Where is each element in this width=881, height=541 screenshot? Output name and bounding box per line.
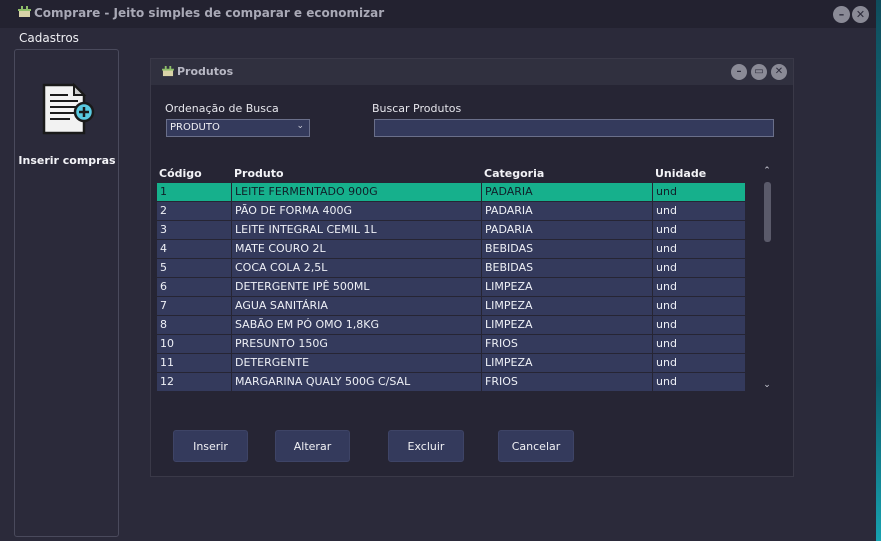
table-cell: 10 — [160, 337, 174, 350]
table-cell: 1 — [160, 185, 167, 198]
table-cell: und — [652, 202, 745, 220]
table-cell: COCA COLA 2,5L — [231, 259, 481, 277]
column-header-category[interactable]: Categoria — [484, 167, 544, 180]
table-cell: PÃO DE FORMA 400G — [231, 202, 481, 220]
table-row[interactable]: 11 DETERGENTE LIMPEZA und — [157, 354, 745, 373]
main-window: Comprare - Jeito simples de comparar e e… — [0, 0, 876, 541]
products-dialog: Produtos – ▭ ✕ Ordenação de Busca PRODUT… — [150, 58, 794, 477]
table-row[interactable]: 5 COCA COLA 2,5L BEBIDAS und — [157, 259, 745, 278]
table-cell: und — [652, 183, 745, 201]
products-table: Código Produto Categoria Unidade 1 LEITE … — [156, 164, 774, 392]
table-cell: 3 — [160, 223, 167, 236]
table-cell: AGUA SANITÁRIA — [231, 297, 481, 315]
table-cell: und — [652, 297, 745, 315]
insert-button[interactable]: Inserir — [173, 430, 248, 462]
table-cell: LIMPEZA — [481, 278, 652, 296]
table-cell: und — [652, 221, 745, 239]
table-row[interactable]: 3 LEITE INTEGRAL CEMIL 1L PADARIA und — [157, 221, 745, 240]
column-header-code[interactable]: Código — [159, 167, 202, 180]
document-add-icon[interactable] — [40, 79, 96, 139]
edit-button[interactable]: Alterar — [275, 430, 350, 462]
dialog-title: Produtos — [177, 65, 234, 78]
table-cell: SABÃO EM PÓ OMO 1,8KG — [231, 316, 481, 334]
table-row[interactable]: 1 LEITE FERMENTADO 900G PADARIA und — [157, 183, 745, 202]
table-cell: DETERGENTE IPÊ 500ML — [231, 278, 481, 296]
table-cell: 7 — [160, 299, 167, 312]
table-row[interactable]: 2 PÃO DE FORMA 400G PADARIA und — [157, 202, 745, 221]
table-cell: 4 — [160, 242, 167, 255]
dialog-title-bar: Produtos – ▭ ✕ — [151, 59, 793, 85]
table-row[interactable]: 7 AGUA SANITÁRIA LIMPEZA und — [157, 297, 745, 316]
table-row[interactable]: 8 SABÃO EM PÓ OMO 1,8KG LIMPEZA und — [157, 316, 745, 335]
table-cell: MARGARINA QUALY 500G C/SAL — [231, 373, 481, 391]
search-label: Buscar Produtos — [372, 102, 462, 115]
close-icon[interactable]: ✕ — [771, 64, 787, 80]
table-cell: und — [652, 335, 745, 353]
menu-bar: Cadastros — [0, 28, 876, 48]
table-cell: und — [652, 278, 745, 296]
table-row[interactable]: 10 PRESUNTO 150G FRIOS und — [157, 335, 745, 354]
table-cell: PADARIA — [481, 183, 652, 201]
table-header: Código Produto Categoria Unidade — [156, 164, 745, 183]
menu-item-cadastros[interactable]: Cadastros — [19, 31, 79, 45]
column-header-product[interactable]: Produto — [234, 167, 284, 180]
sort-select-value: PRODUTO — [170, 122, 220, 133]
minimize-icon[interactable]: – — [833, 6, 850, 23]
table-row[interactable]: 4 MATE COURO 2L BEBIDAS und — [157, 240, 745, 259]
title-bar: Comprare - Jeito simples de comparar e e… — [0, 0, 876, 28]
basket-icon — [162, 66, 174, 77]
table-row[interactable]: 12 MARGARINA QUALY 500G C/SAL FRIOS und — [157, 373, 745, 392]
table-cell: 6 — [160, 280, 167, 293]
cancel-button[interactable]: Cancelar — [498, 430, 574, 462]
table-cell: und — [652, 354, 745, 372]
chevron-up-icon[interactable]: ⌃ — [761, 164, 773, 178]
table-cell: BEBIDAS — [481, 240, 652, 258]
sort-select[interactable]: PRODUTO ⌄ — [166, 119, 310, 137]
delete-button[interactable]: Excluir — [388, 430, 464, 462]
table-cell: LIMPEZA — [481, 354, 652, 372]
scrollbar-thumb[interactable] — [764, 182, 771, 242]
table-cell: 11 — [160, 356, 174, 369]
table-row[interactable]: 6 DETERGENTE IPÊ 500ML LIMPEZA und — [157, 278, 745, 297]
table-cell: PRESUNTO 150G — [231, 335, 481, 353]
table-cell: LIMPEZA — [481, 316, 652, 334]
search-input[interactable] — [374, 119, 774, 137]
table-cell: LIMPEZA — [481, 297, 652, 315]
close-icon[interactable]: ✕ — [852, 6, 869, 23]
vertical-scrollbar[interactable]: ⌃ ⌄ — [761, 164, 773, 392]
table-cell: PADARIA — [481, 202, 652, 220]
table-cell: 2 — [160, 204, 167, 217]
table-cell: BEBIDAS — [481, 259, 652, 277]
sidebar: Inserir compras — [14, 49, 119, 537]
table-cell: und — [652, 373, 745, 391]
table-cell: und — [652, 316, 745, 334]
table-cell: FRIOS — [481, 373, 652, 391]
table-cell: DETERGENTE — [231, 354, 481, 372]
table-cell: und — [652, 259, 745, 277]
table-cell: und — [652, 240, 745, 258]
table-cell: PADARIA — [481, 221, 652, 239]
maximize-icon[interactable]: ▭ — [751, 64, 767, 80]
insert-purchases-label[interactable]: Inserir compras — [15, 154, 119, 167]
table-cell: 5 — [160, 261, 167, 274]
minimize-icon[interactable]: – — [731, 64, 747, 80]
table-cell: 8 — [160, 318, 167, 331]
table-cell: 12 — [160, 375, 174, 388]
chevron-down-icon[interactable]: ⌄ — [761, 378, 773, 392]
basket-icon — [18, 6, 31, 17]
sort-label: Ordenação de Busca — [165, 102, 279, 115]
chevron-down-icon: ⌄ — [296, 121, 304, 131]
table-cell: LEITE FERMENTADO 900G — [231, 183, 481, 201]
window-title: Comprare - Jeito simples de comparar e e… — [34, 6, 385, 20]
table-cell: MATE COURO 2L — [231, 240, 481, 258]
table-cell: FRIOS — [481, 335, 652, 353]
column-header-unit[interactable]: Unidade — [655, 167, 706, 180]
table-cell: LEITE INTEGRAL CEMIL 1L — [231, 221, 481, 239]
